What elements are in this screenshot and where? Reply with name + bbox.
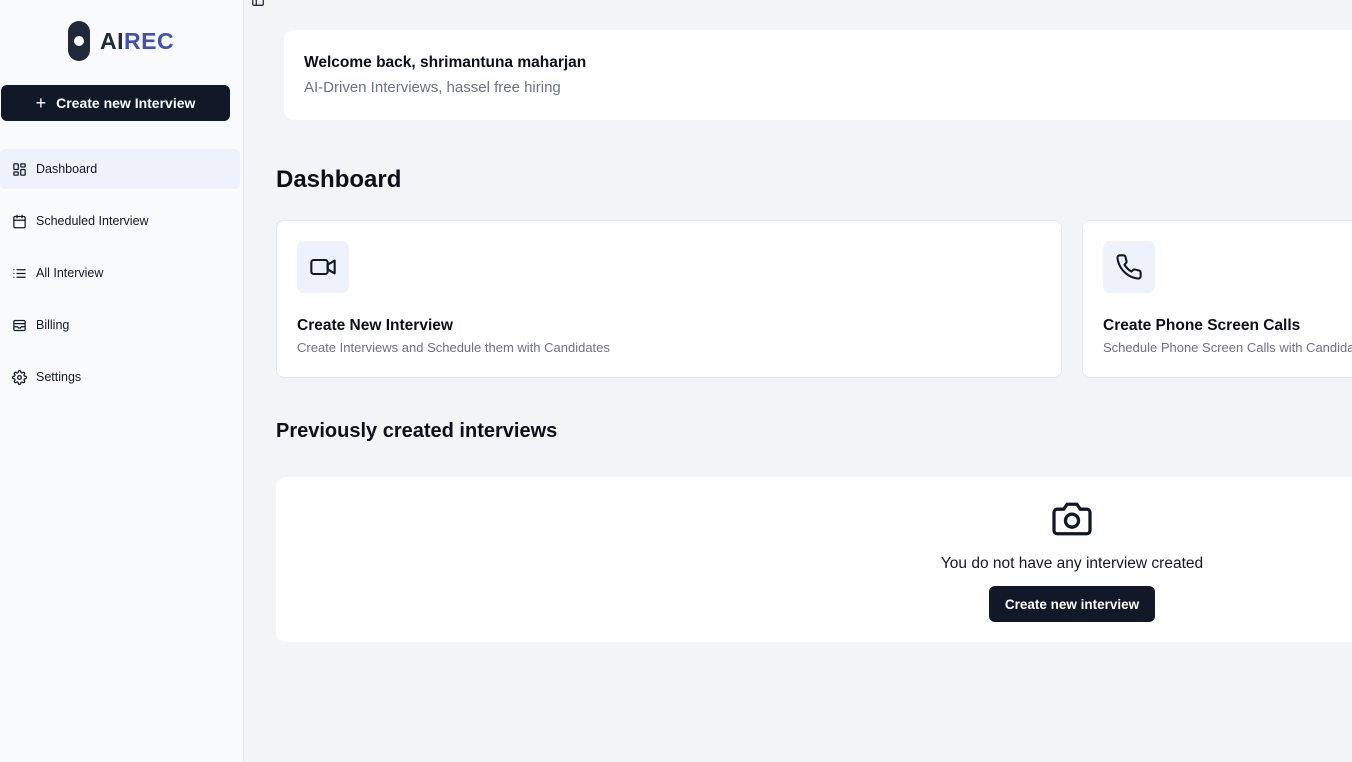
empty-state: You do not have any interview created Cr… [937, 501, 1207, 622]
card-description: Schedule Phone Screen Calls with Candida… [1103, 340, 1352, 355]
calendar-icon [13, 214, 26, 228]
list-icon [13, 268, 26, 278]
sidebar-item-label: Settings [36, 370, 82, 384]
create-interview-card[interactable]: Create New Interview Create Interviews a… [276, 220, 1062, 378]
video-icon [310, 258, 336, 276]
card-icon-wrapper [297, 241, 349, 293]
sidebar-item-all-interview[interactable]: All Interview [0, 253, 240, 293]
logo-text-ai: AI [100, 27, 124, 54]
logo-mark-icon [68, 21, 90, 61]
card-title: Create New Interview [297, 317, 453, 334]
sidebar-item-label: Dashboard [36, 162, 98, 176]
gear-icon [12, 369, 27, 385]
welcome-title: Welcome back, shrimantuna maharjan [304, 54, 587, 71]
welcome-subtitle: AI-Driven Interviews, hassel free hiring [304, 79, 561, 96]
logo-text: AIREC [100, 28, 174, 55]
wallet-icon [13, 319, 26, 331]
sidebar: AIREC + Create new Interview Dashboard S… [0, 0, 244, 762]
phone-screen-card[interactable]: Create Phone Screen Calls Schedule Phone… [1082, 220, 1352, 378]
sidebar-item-label: Billing [36, 318, 70, 332]
empty-state-card: You do not have any interview created Cr… [276, 477, 1352, 642]
sidebar-item-billing[interactable]: Billing [0, 305, 240, 345]
card-icon-wrapper [1103, 241, 1155, 293]
logo: AIREC [68, 21, 174, 61]
camera-icon [1052, 502, 1092, 536]
previous-interviews-title: Previously created interviews [276, 420, 558, 442]
page-title: Dashboard [276, 166, 402, 193]
sidebar-item-scheduled-interview[interactable]: Scheduled Interview [0, 201, 240, 241]
sidebar-item-label: Scheduled Interview [36, 214, 149, 228]
phone-icon [1116, 254, 1142, 280]
sidebar-item-settings[interactable]: Settings [0, 357, 240, 397]
empty-state-message: You do not have any interview created [940, 555, 1204, 572]
sidebar-nav: Dashboard Scheduled Interview All Interv… [0, 149, 240, 409]
logo-text-rec: REC [124, 27, 175, 54]
sidebar-item-dashboard[interactable]: Dashboard [0, 149, 240, 189]
layout-dashboard-icon [13, 162, 26, 176]
create-interview-button-label: Create new Interview [56, 95, 196, 111]
sidebar-toggle-icon[interactable] [251, 0, 265, 7]
create-interview-button[interactable]: + Create new Interview [1, 85, 230, 121]
plus-icon: + [35, 93, 47, 113]
welcome-card: Welcome back, shrimantuna maharjan AI-Dr… [284, 30, 1352, 120]
card-description: Create Interviews and Schedule them with… [297, 340, 610, 355]
sidebar-item-label: All Interview [36, 266, 104, 280]
app-root: AIREC + Create new Interview Dashboard S… [0, 0, 1352, 762]
card-title: Create Phone Screen Calls [1103, 317, 1301, 334]
create-new-interview-button[interactable]: Create new interview [988, 586, 1156, 622]
